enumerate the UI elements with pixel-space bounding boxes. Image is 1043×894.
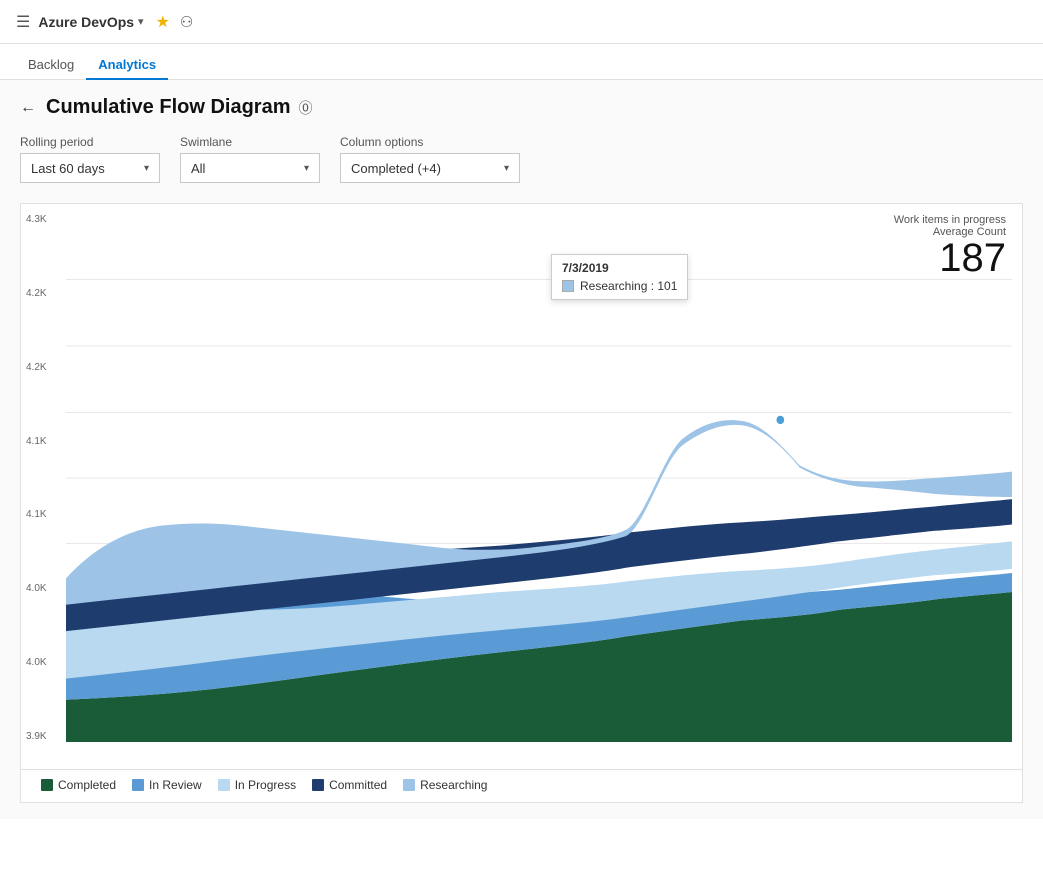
chart-container: Work items in progress Average Count 187… [20,203,1023,803]
column-options-select[interactable]: Completed (+4) ▾ [340,153,520,183]
rolling-period-value: Last 60 days [31,161,105,176]
legend-swatch-in-review [132,779,144,791]
legend-item-in-progress: In Progress [218,778,296,792]
chart-legend: Completed In Review In Progress Committe… [21,769,1022,802]
rolling-period-chevron-icon: ▾ [144,163,149,174]
help-icon[interactable]: ⓪ [299,98,313,118]
filters-row: Rolling period Last 60 days ▾ Swimlane A… [20,135,1023,183]
legend-swatch-in-progress [218,779,230,791]
tab-backlog[interactable]: Backlog [16,51,86,80]
tab-analytics[interactable]: Analytics [86,51,168,80]
nav-tabs: Backlog Analytics [0,44,1043,80]
legend-swatch-completed [41,779,53,791]
title-row: ← Cumulative Flow Diagram ⓪ [20,96,1023,119]
legend-label-in-progress: In Progress [235,778,296,792]
column-options-filter: Column options Completed (+4) ▾ [340,135,520,183]
rolling-period-filter: Rolling period Last 60 days ▾ [20,135,160,183]
tooltip-dot [776,415,786,426]
rolling-period-select[interactable]: Last 60 days ▾ [20,153,160,183]
legend-item-completed: Completed [41,778,116,792]
legend-label-committed: Committed [329,778,387,792]
person-icon[interactable]: ⚇ [180,13,193,31]
swimlane-label: Swimlane [180,135,320,149]
back-button[interactable]: ← [20,99,36,117]
swimlane-value: All [191,161,205,176]
page-content: ← Cumulative Flow Diagram ⓪ Rolling peri… [0,80,1043,819]
legend-label-researching: Researching [420,778,487,792]
legend-item-in-review: In Review [132,778,202,792]
legend-item-committed: Committed [312,778,387,792]
column-options-label: Column options [340,135,520,149]
swimlane-select[interactable]: All ▾ [180,153,320,183]
swimlane-filter: Swimlane All ▾ [180,135,320,183]
y-axis-labels: 3.9K 4.0K 4.0K 4.1K 4.1K 4.2K 4.2K 4.3K [26,214,47,742]
app-name-chevron-icon[interactable]: ▾ [138,15,144,28]
legend-label-in-review: In Review [149,778,202,792]
column-options-value: Completed (+4) [351,161,441,176]
legend-item-researching: Researching [403,778,487,792]
column-options-chevron-icon: ▾ [504,163,509,174]
app-name: Azure DevOps [38,14,134,30]
rolling-period-label: Rolling period [20,135,160,149]
legend-swatch-researching [403,779,415,791]
legend-label-completed: Completed [58,778,116,792]
favorite-star-icon[interactable]: ★ [156,12,170,32]
flow-chart-svg [66,214,1012,742]
swimlane-chevron-icon: ▾ [304,163,309,174]
top-bar: ☰ Azure DevOps ▾ ★ ⚇ [0,0,1043,44]
app-menu-icon[interactable]: ☰ [16,12,30,32]
legend-swatch-committed [312,779,324,791]
page-title: Cumulative Flow Diagram [46,96,291,119]
